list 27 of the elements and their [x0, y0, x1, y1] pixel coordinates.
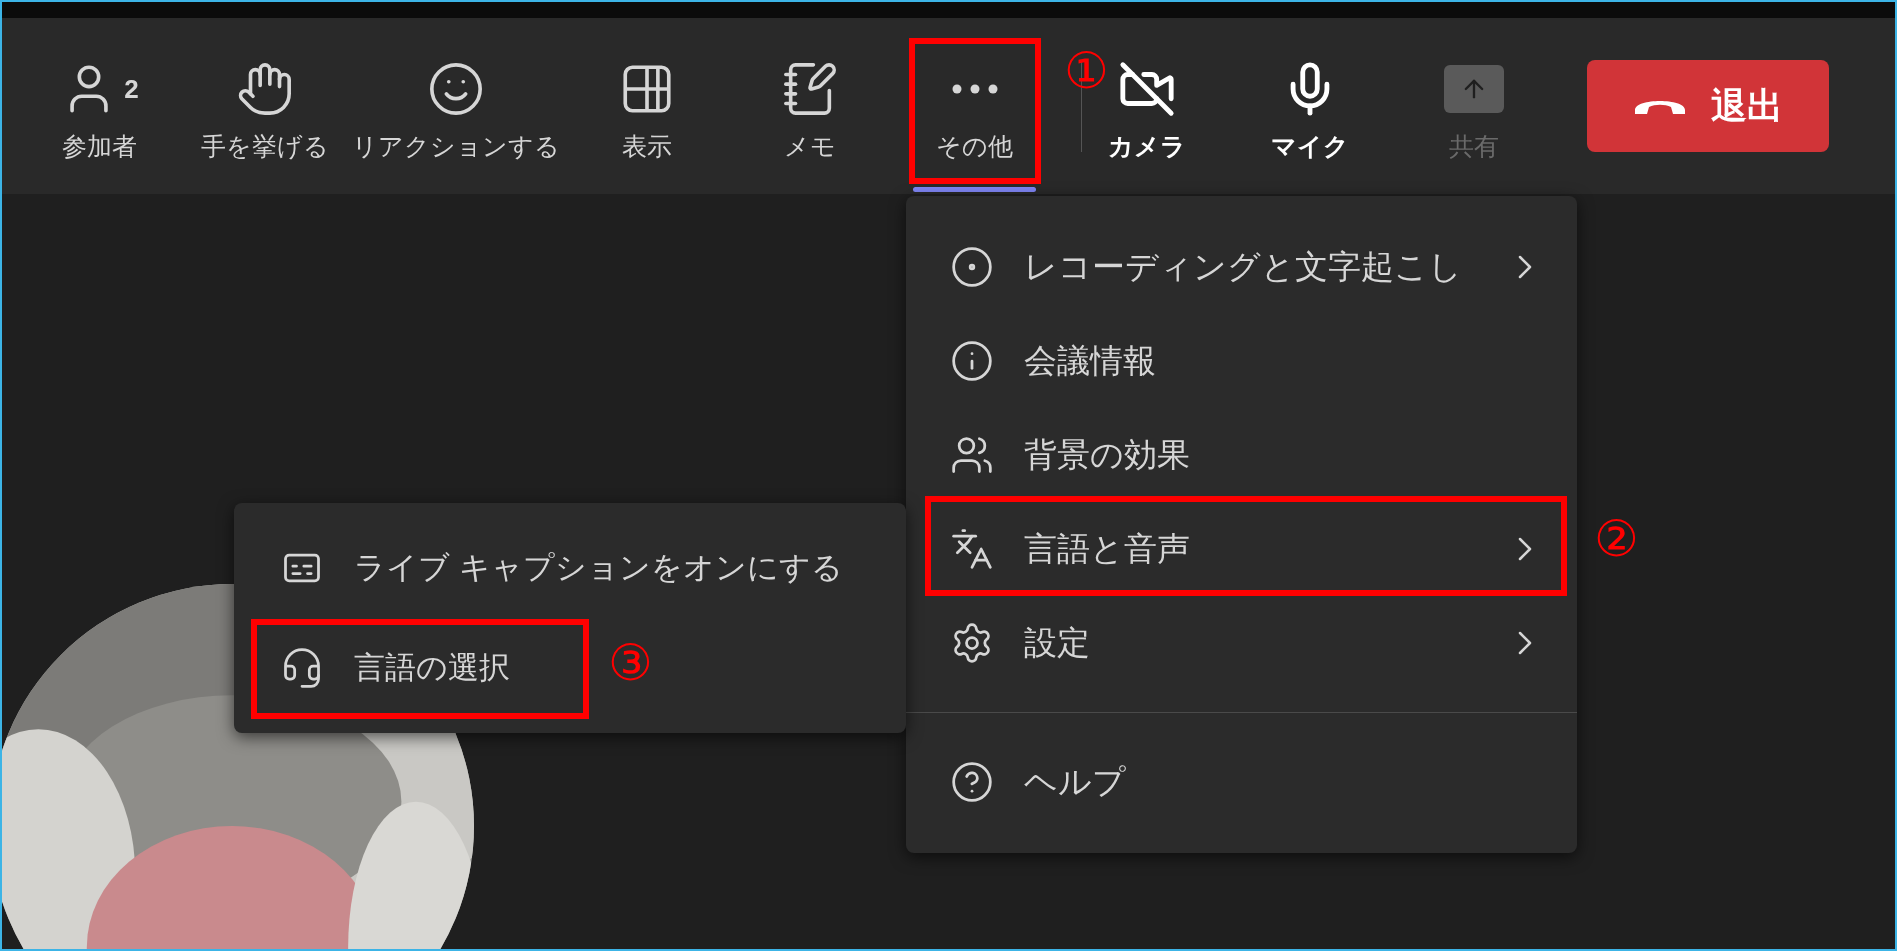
more-icon: [951, 84, 998, 95]
share-icon: [1444, 65, 1504, 114]
menu-item[interactable]: 言語の選択: [258, 627, 530, 709]
leave-button[interactable]: 退出: [1587, 60, 1829, 152]
help-icon: [950, 760, 994, 804]
toolbar-button[interactable]: その他: [909, 18, 1040, 194]
record-icon: [950, 245, 994, 289]
menu-item[interactable]: 背景の効果: [906, 408, 1577, 502]
step-number: ③: [608, 638, 653, 688]
menu-item[interactable]: 言語と音声: [906, 502, 1577, 596]
menu-item[interactable]: ヘルプ: [906, 735, 1577, 829]
step-number: ②: [1594, 514, 1639, 564]
toolbar-button[interactable]: 手を挙げる: [177, 18, 353, 194]
toolbar-button[interactable]: 表示: [559, 18, 735, 194]
menu-item[interactable]: 会議情報: [906, 314, 1577, 408]
toolbar-button[interactable]: 2 参加者: [22, 18, 177, 194]
info-icon: [950, 339, 994, 383]
language-icon: [950, 527, 994, 571]
menu-item[interactable]: ライブ キャプションをオンにする: [258, 527, 863, 609]
menu-item[interactable]: 設定: [906, 596, 1577, 690]
camera-off-icon: [1118, 60, 1176, 119]
toolbar-button[interactable]: リアクションする: [353, 18, 559, 194]
participant-count: 2: [124, 72, 139, 106]
toolbar-button[interactable]: メモ: [735, 18, 885, 194]
step-number: ①: [1064, 46, 1109, 96]
menu-item[interactable]: レコーディングと文字起こし: [906, 220, 1577, 314]
toolbar-button[interactable]: マイク: [1245, 18, 1375, 194]
